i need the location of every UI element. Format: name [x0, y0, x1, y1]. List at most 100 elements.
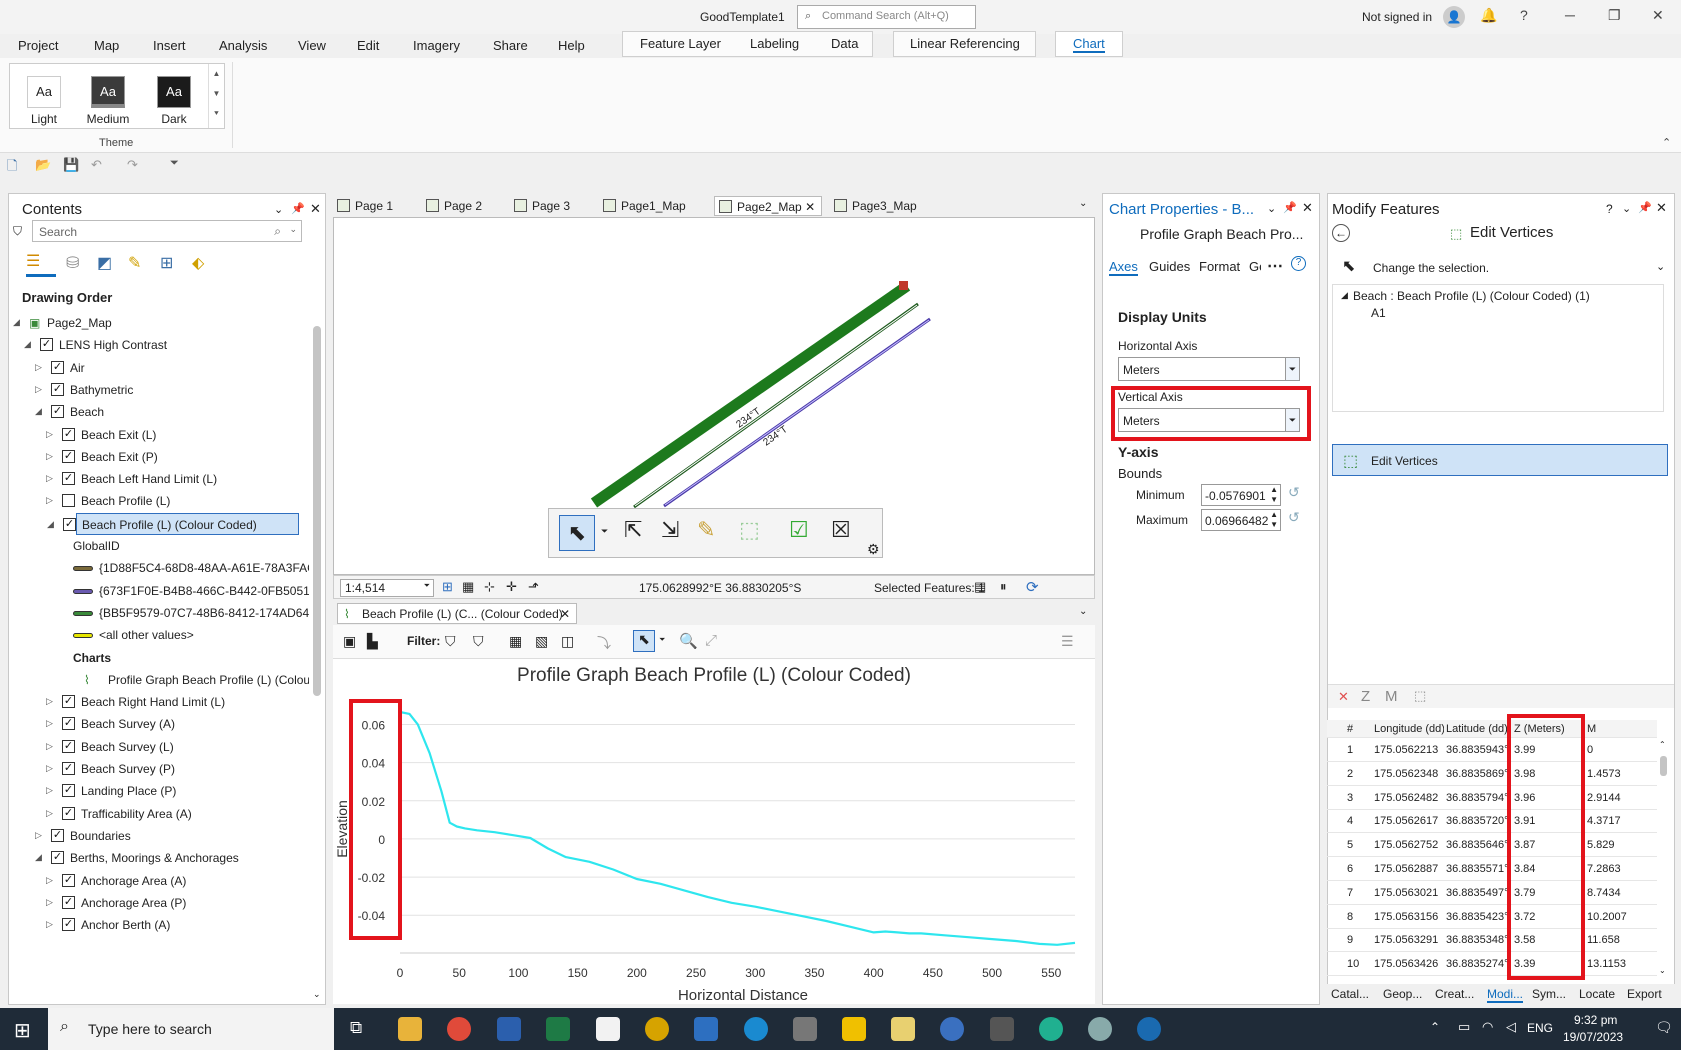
table-cell[interactable]: 36.8835571° [1446, 863, 1512, 875]
app-icon[interactable] [1039, 1017, 1063, 1041]
vertex-table-scrollbar[interactable]: ⌃ ⌄ [1659, 740, 1667, 980]
reset-icon[interactable]: ↺ [1288, 509, 1300, 526]
layer-visibility-checkbox[interactable]: ✓ [62, 695, 75, 709]
chart-tab[interactable]: ⌇ Beach Profile (L) (C... (Colour Coded)… [337, 603, 577, 624]
m-toggle[interactable]: M [1385, 688, 1398, 705]
app-icon[interactable] [891, 1017, 915, 1041]
tab-page-2[interactable]: Page 2 [422, 196, 488, 216]
table-row[interactable]: 2 175.0562348 36.8835869° 3.98 1.4573 [1327, 762, 1657, 786]
expand-icon[interactable]: ▷ [46, 429, 53, 440]
profile-line-series[interactable] [399, 710, 1076, 946]
layer-visibility-checkbox[interactable]: ✓ [62, 427, 75, 441]
layer-visibility-checkbox[interactable]: ✓ [51, 405, 64, 419]
app-icon[interactable] [842, 1017, 866, 1041]
undo-icon[interactable]: ↶ [91, 157, 102, 173]
expand-icon[interactable]: ▷ [46, 897, 53, 908]
filter-icon[interactable]: ⛉ [13, 224, 22, 239]
column-header[interactable]: Longitude (dd) [1374, 723, 1444, 735]
minimum-input[interactable]: -0.0576901 ▲ ▼ [1201, 484, 1281, 506]
tab-insert[interactable]: Insert [153, 38, 186, 53]
maximum-input[interactable]: 0.06966482 ▲ ▼ [1201, 509, 1281, 531]
tree-row[interactable]: ▷ ✓ Air [9, 357, 309, 379]
table-cell[interactable]: 175.0562348 [1374, 768, 1444, 780]
new-project-icon[interactable]: 🗋 [7, 157, 17, 179]
legend-swatch[interactable] [73, 633, 93, 639]
horizontal-axis-select[interactable]: Meters ⏷ [1118, 357, 1300, 381]
tab-data[interactable]: Data [831, 36, 858, 51]
pin-icon[interactable]: 📌 [1283, 201, 1297, 214]
tree-row[interactable]: ▷ ✓ Bathymetric [9, 379, 309, 401]
tree-row[interactable]: ⌇ Profile Graph Beach Profile (L) (Colour… [9, 669, 309, 691]
task-view-icon[interactable]: ⧉ [350, 1018, 362, 1038]
reshape-icon[interactable]: ✎ [697, 517, 715, 543]
pane-menu-icon[interactable]: ⌄ [1267, 202, 1276, 215]
arcgis-pro-icon[interactable] [1137, 1017, 1161, 1041]
tree-row[interactable]: Charts [9, 647, 309, 669]
feature-group[interactable]: Beach : Beach Profile (L) (Colour Coded)… [1353, 289, 1590, 303]
tabs-overflow-icon[interactable]: ⌄ [1079, 198, 1087, 209]
settings-gear-icon[interactable]: ⚙ [867, 541, 880, 558]
table-cell[interactable]: 175.0562887 [1374, 863, 1444, 875]
tab-analysis[interactable]: Analysis [219, 38, 267, 53]
theme-medium-button[interactable]: Aa Medium [83, 76, 133, 126]
tree-row[interactable]: ▷ ✓ Landing Place (P) [9, 780, 309, 802]
file-explorer-icon[interactable] [398, 1017, 422, 1041]
table-icon[interactable]: ▤ [974, 579, 986, 595]
help-icon[interactable]: ? [1606, 202, 1613, 216]
zoom-in-icon[interactable]: 🔍 [679, 632, 698, 650]
table-cell[interactable]: 9 [1347, 934, 1371, 946]
table-cell[interactable]: 175.0563021 [1374, 887, 1444, 899]
tree-row[interactable]: ▷ ✓ Trafficability Area (A) [9, 803, 309, 825]
layer-visibility-checkbox[interactable]: ✓ [51, 382, 64, 396]
table-cell[interactable]: 175.0563426 [1374, 958, 1444, 970]
tab-page-1[interactable]: Page 1 [333, 196, 399, 216]
chart-area[interactable]: Profile Graph Beach Profile (L) (Colour … [333, 659, 1095, 1004]
table-cell[interactable]: 36.8835274° [1446, 958, 1512, 970]
redo-icon[interactable]: ↷ [127, 157, 138, 173]
clear-selection-icon[interactable]: ◫ [561, 633, 574, 650]
vertex-options-icon[interactable]: ⬚ [1414, 688, 1426, 704]
tabs-overflow-icon[interactable]: ⌄ [1079, 606, 1087, 617]
back-icon[interactable]: ← [1332, 224, 1350, 242]
expand-icon[interactable]: ▷ [35, 830, 42, 841]
editing-icon[interactable]: ✎ [128, 253, 141, 273]
tree-row[interactable]: ▷ ✓ Beach Survey (A) [9, 713, 309, 735]
close-pane-icon[interactable]: ✕ [1656, 200, 1667, 216]
expand-icon[interactable]: ◢ [1341, 290, 1348, 301]
command-search-input[interactable]: ⌕ Command Search (Alt+Q) [797, 5, 976, 29]
layer-visibility-checkbox[interactable]: ✓ [51, 828, 64, 842]
close-tab-icon[interactable]: ✕ [805, 200, 815, 214]
language-indicator[interactable]: ENG [1527, 1021, 1553, 1035]
tree-row[interactable]: ◢ ▣ Page2_Map [9, 312, 309, 334]
north-arrow-icon[interactable]: ⬏ [528, 579, 539, 595]
legend-swatch[interactable] [73, 588, 93, 594]
tab-catalog[interactable]: Catal... [1331, 987, 1369, 1001]
full-extent-icon[interactable]: ⤢ [705, 632, 717, 649]
data-source-icon[interactable]: ⛁ [66, 253, 79, 273]
tree-row[interactable]: ▷ ✓ Beach Right Hand Limit (L) [9, 691, 309, 713]
add-chart-icon[interactable]: ▙ [367, 633, 378, 650]
selection-icon[interactable]: ◩ [97, 253, 112, 273]
snapping-icon[interactable]: ⊞ [160, 253, 173, 273]
excel-icon[interactable] [546, 1017, 570, 1041]
chevron-down-icon[interactable]: ⌄ [289, 224, 297, 235]
layer-visibility-checkbox[interactable]: ✓ [62, 472, 75, 486]
table-cell[interactable]: 36.8835720° [1446, 815, 1512, 827]
close-icon[interactable]: ✕ [1652, 7, 1664, 24]
drawing-order-icon[interactable]: ☰ [26, 251, 56, 277]
table-row[interactable]: 10 175.0563426 36.8835274° 3.39 13.1153 [1327, 952, 1657, 977]
layer-visibility-checkbox[interactable]: ✓ [62, 873, 75, 887]
filter-selection-icon[interactable]: ⛉ [473, 633, 484, 650]
chart-properties-icon[interactable]: ▣ [343, 633, 356, 650]
tab-imagery[interactable]: Imagery [413, 38, 460, 53]
table-cell[interactable]: 7.2863 [1587, 863, 1657, 875]
layer-visibility-checkbox[interactable]: ✓ [62, 717, 75, 731]
legend-swatch[interactable] [73, 566, 93, 572]
tree-row[interactable]: ▷ ✓ Beach Exit (P) [9, 446, 309, 468]
expand-icon[interactable]: ▷ [46, 495, 53, 506]
export-icon[interactable]: ⤵ [597, 633, 611, 653]
change-selection-icon[interactable]: ⬉ [1342, 256, 1355, 276]
table-cell[interactable]: 11.658 [1587, 934, 1657, 946]
table-cell[interactable]: 6 [1347, 863, 1371, 875]
add-vertex-icon[interactable]: ⇱ [624, 517, 642, 543]
